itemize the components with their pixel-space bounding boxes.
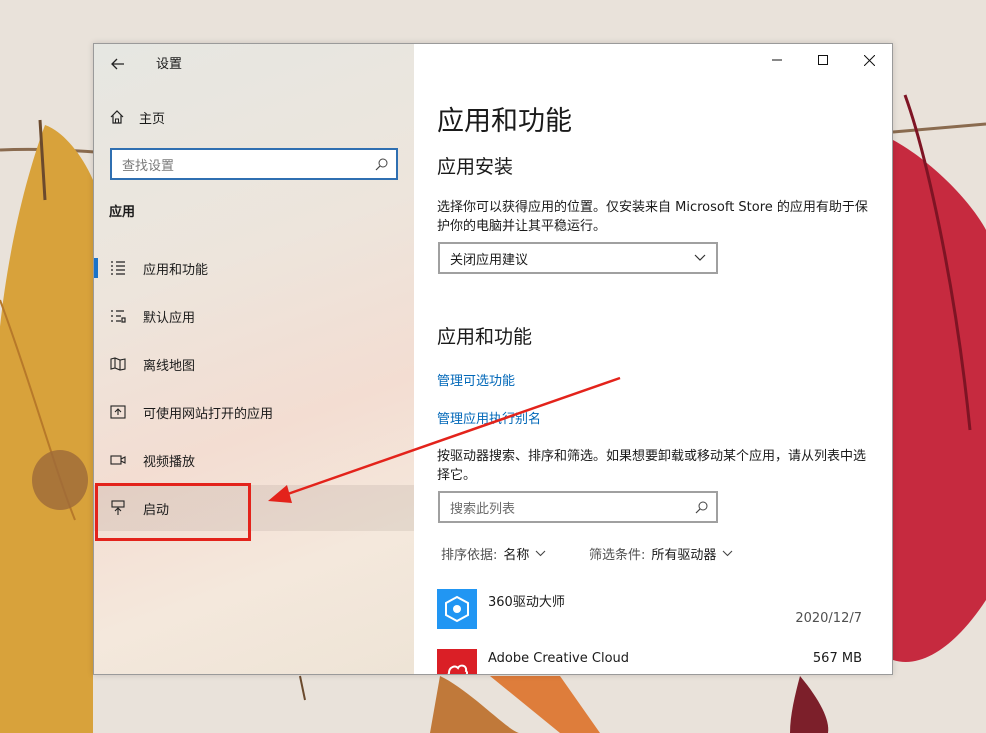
default-apps-icon bbox=[109, 307, 127, 325]
back-arrow-icon bbox=[111, 58, 124, 70]
filter-value: 所有驱动器 bbox=[651, 548, 717, 563]
minimize-icon bbox=[772, 59, 782, 61]
minimize-button[interactable] bbox=[754, 44, 800, 76]
close-icon bbox=[863, 54, 875, 66]
video-icon bbox=[109, 451, 127, 469]
sidebar-item-video-playback[interactable]: 视频播放 bbox=[94, 437, 414, 483]
window-title: 设置 bbox=[156, 57, 183, 72]
app-list-item[interactable]: Adobe Creative Cloud 567 MB bbox=[437, 649, 862, 674]
settings-window: 设置 主页 查找设置 应用 应用和功能 默认应用 离线地图 可使用网站打开的应用… bbox=[93, 43, 893, 675]
install-section-heading: 应用安装 bbox=[437, 156, 514, 178]
settings-search-placeholder: 查找设置 bbox=[122, 158, 175, 174]
creative-cloud-app-icon bbox=[437, 649, 477, 674]
list-description: 按驱动器搜索、排序和筛选。如果想要卸载或移动某个应用，请从列表中选择它。 bbox=[437, 449, 867, 483]
maximize-button[interactable] bbox=[800, 44, 846, 76]
manage-optional-features-link[interactable]: 管理可选功能 bbox=[437, 370, 515, 389]
search-icon bbox=[695, 501, 708, 513]
close-button[interactable] bbox=[846, 44, 892, 76]
open-web-icon bbox=[109, 403, 127, 421]
sidebar-item-label: 应用和功能 bbox=[143, 262, 209, 278]
sidebar-home-label: 主页 bbox=[139, 111, 166, 127]
page-title: 应用和功能 bbox=[437, 106, 572, 137]
sort-dropdown[interactable]: 排序依据: 名称 bbox=[441, 544, 546, 563]
app-size: 567 MB bbox=[812, 651, 862, 666]
list-icon bbox=[109, 259, 127, 277]
app-list-search-placeholder: 搜索此列表 bbox=[450, 501, 516, 517]
sidebar-item-offline-maps[interactable]: 离线地图 bbox=[94, 341, 414, 387]
settings-search-input[interactable]: 查找设置 bbox=[110, 148, 398, 180]
sidebar-item-label: 默认应用 bbox=[143, 310, 196, 326]
sidebar: 设置 主页 查找设置 应用 应用和功能 默认应用 离线地图 可使用网站打开的应用… bbox=[94, 44, 414, 674]
back-button[interactable] bbox=[106, 52, 130, 76]
chevron-down-icon bbox=[723, 550, 733, 557]
main-content: 应用和功能 应用安装 选择你可以获得应用的位置。仅安装来自 Microsoft … bbox=[414, 44, 892, 674]
app-name: Adobe Creative Cloud bbox=[488, 651, 630, 666]
sidebar-section-title: 应用 bbox=[109, 205, 136, 220]
app-name: 360驱动大师 bbox=[488, 595, 565, 610]
chevron-down-icon bbox=[536, 550, 546, 557]
app-list-item[interactable]: 360驱动大师 2020/12/7 bbox=[437, 589, 862, 639]
maximize-icon bbox=[818, 55, 828, 65]
sort-label: 排序依据: bbox=[441, 548, 498, 563]
dropdown-value: 关闭应用建议 bbox=[450, 252, 529, 268]
sidebar-item-default-apps[interactable]: 默认应用 bbox=[94, 293, 414, 339]
sidebar-item-label: 视频播放 bbox=[143, 454, 196, 470]
home-icon bbox=[110, 110, 124, 124]
sidebar-item-label: 离线地图 bbox=[143, 358, 196, 374]
sidebar-item-apps-features[interactable]: 应用和功能 bbox=[94, 245, 414, 291]
map-icon bbox=[109, 355, 127, 373]
sidebar-item-web-apps[interactable]: 可使用网站打开的应用 bbox=[94, 389, 414, 435]
app-install-date: 2020/12/7 bbox=[795, 611, 862, 626]
manage-app-alias-link[interactable]: 管理应用执行别名 bbox=[437, 408, 541, 427]
filter-label: 筛选条件: bbox=[589, 548, 646, 563]
sort-value: 名称 bbox=[503, 548, 530, 563]
apps-section-heading: 应用和功能 bbox=[437, 326, 533, 348]
app-list-search-input[interactable]: 搜索此列表 bbox=[438, 491, 718, 523]
filter-dropdown[interactable]: 筛选条件: 所有驱动器 bbox=[589, 544, 733, 563]
sidebar-item-label: 可使用网站打开的应用 bbox=[143, 406, 274, 422]
sidebar-item-home[interactable]: 主页 bbox=[109, 106, 165, 128]
annotation-highlight-box bbox=[95, 483, 251, 541]
install-description: 选择你可以获得应用的位置。仅安装来自 Microsoft Store 的应用有助… bbox=[437, 200, 868, 234]
driver-master-app-icon bbox=[437, 589, 477, 629]
app-install-source-dropdown[interactable]: 关闭应用建议 bbox=[438, 242, 718, 274]
chevron-down-icon bbox=[694, 254, 706, 261]
search-icon bbox=[375, 158, 388, 170]
